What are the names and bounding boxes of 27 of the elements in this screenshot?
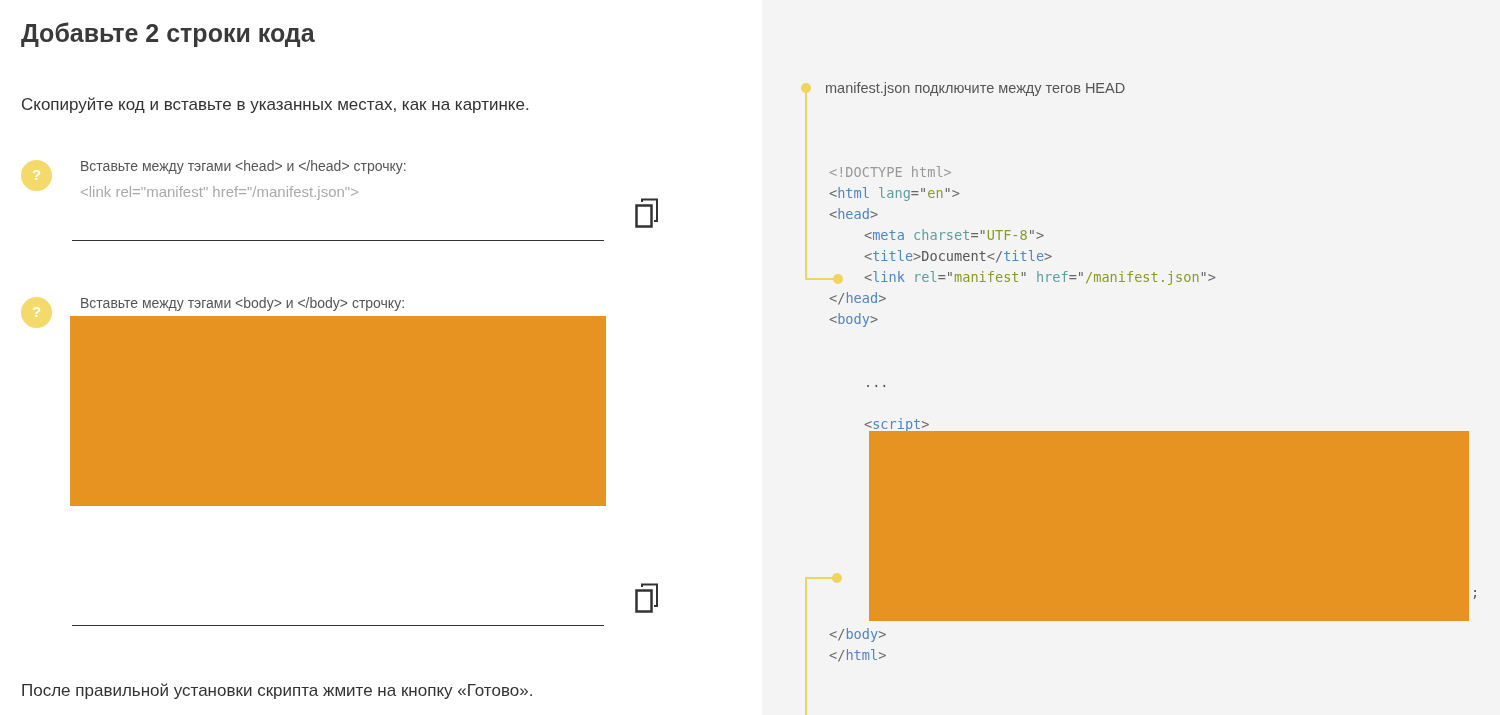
code-line: <html lang="en"> — [829, 183, 960, 203]
help-icon[interactable]: ? — [21, 296, 52, 328]
help-icon[interactable]: ? — [21, 159, 52, 191]
timeline-dot — [832, 573, 842, 583]
code-line: <script> — [864, 414, 930, 434]
page-heading: Добавьте 2 строки кода — [21, 18, 316, 48]
code-line: ... — [864, 372, 889, 392]
code-line: </head> — [829, 288, 887, 308]
code-line: <!DOCTYPE html> — [829, 162, 952, 182]
note-text: manifest.json подключите между тегов HEAD — [825, 79, 1127, 98]
code-line: </html> — [829, 645, 887, 665]
instruction-text: Скопируйте код и вставьте в указанных местах, как на картинке. — [21, 94, 531, 116]
timeline-dot — [801, 83, 811, 93]
code-line: </body> — [829, 624, 887, 644]
code-line: <link rel="manifest" href="/manifest.json"> — [864, 267, 1216, 287]
instruction-text: После правильной установки скрипта жмите на кнопку «Готово». — [21, 679, 535, 702]
code-line: <title>Document</title> — [864, 246, 1053, 266]
timeline-dot — [833, 274, 843, 284]
copy-icon[interactable] — [635, 196, 659, 229]
code-line: <body> — [829, 309, 879, 329]
code-line: <meta charset="UTF-8"> — [864, 225, 1045, 245]
copy-icon[interactable] — [635, 581, 659, 614]
code-line: <head> — [829, 204, 879, 224]
step-label: Вставьте между тэгами <body> и </body> строчку: — [80, 293, 407, 313]
code-text: ; — [1471, 582, 1480, 602]
step-label: Вставьте между тэгами <head> и </head> строчку: — [80, 156, 408, 176]
input-field[interactable]: <link rel="manifest" href="/manifest.json"> — [72, 176, 604, 241]
